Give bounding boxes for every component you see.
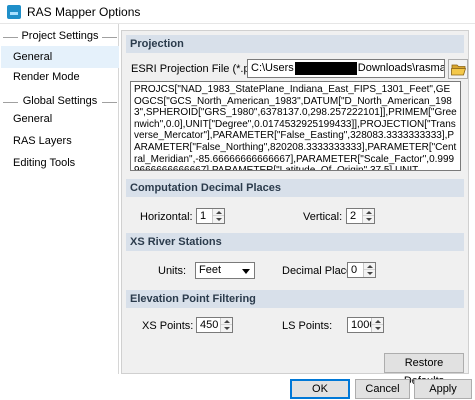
restore-defaults-button[interactable]: Restore Defaults — [384, 353, 464, 387]
spin-down-icon[interactable] — [363, 216, 374, 223]
spin-down-icon[interactable] — [221, 325, 232, 332]
title-bar: RAS Mapper Options — [0, 0, 475, 24]
spin-up-icon[interactable] — [213, 209, 224, 216]
station-decimals-value: 0 — [351, 264, 358, 276]
browse-folder-button[interactable] — [448, 59, 468, 79]
redacted-username — [294, 61, 357, 75]
xs-points-spinner[interactable]: 450 — [196, 317, 233, 333]
ls-points-spinner[interactable]: 1000 — [347, 317, 384, 333]
units-select[interactable]: Feet — [195, 262, 255, 279]
spin-up-icon[interactable] — [363, 209, 374, 216]
ls-points-label: LS Points: — [282, 320, 333, 332]
sidebar-item-render-mode[interactable]: Render Mode — [1, 66, 119, 88]
units-value: Feet — [199, 264, 222, 276]
sidebar-item-global-general[interactable]: General — [1, 108, 119, 130]
file-path-prefix: C:\Users — [251, 62, 294, 74]
spin-down-icon[interactable] — [372, 325, 383, 332]
horizontal-decimals-spinner[interactable]: 1 — [196, 208, 225, 224]
units-label: Units: — [158, 265, 187, 277]
sidebar-item-editing-tools[interactable]: Editing Tools — [1, 152, 119, 174]
spin-up-icon[interactable] — [221, 318, 232, 325]
projection-file-label: ESRI Projection File (*.prj): — [131, 63, 263, 75]
apply-button[interactable]: Apply — [414, 379, 472, 399]
open-folder-icon — [451, 64, 467, 76]
vertical-value: 2 — [350, 210, 357, 222]
xs-river-section-header: XS River Stations — [126, 233, 464, 251]
ok-button[interactable]: OK — [290, 379, 350, 399]
spin-up-icon[interactable] — [364, 263, 375, 270]
spin-down-icon[interactable] — [213, 216, 224, 223]
projection-file-input[interactable]: C:\Users Downloads\rasmapper\Clipl — [247, 59, 445, 78]
project-settings-header: Project Settings — [1, 30, 119, 44]
horizontal-label: Horizontal: — [140, 211, 193, 223]
chevron-down-icon — [242, 269, 250, 274]
vertical-label: Vertical: — [303, 211, 343, 223]
elevation-section-header: Elevation Point Filtering — [126, 290, 464, 308]
sidebar-item-ras-layers[interactable]: RAS Layers — [1, 130, 119, 152]
xs-points-label: XS Points: — [142, 320, 194, 332]
settings-panel: Projection ESRI Projection File (*.prj):… — [121, 30, 469, 387]
options-sidebar: Project Settings General Render Mode Glo… — [1, 24, 119, 374]
ras-mapper-app-icon — [7, 5, 21, 19]
projection-wkt-textarea[interactable]: PROJCS["NAD_1983_StatePlane_Indiana_East… — [130, 81, 461, 171]
computation-section-header: Computation Decimal Places — [126, 179, 464, 197]
window-title: RAS Mapper Options — [27, 5, 141, 19]
spin-up-icon[interactable] — [372, 318, 383, 325]
vertical-decimals-spinner[interactable]: 2 — [346, 208, 375, 224]
file-path-suffix: Downloads\rasmapper\Clipl — [357, 62, 445, 74]
horizontal-value: 1 — [200, 210, 207, 222]
station-decimals-spinner[interactable]: 0 — [347, 262, 376, 278]
sidebar-item-project-general[interactable]: General — [1, 46, 119, 68]
spin-down-icon[interactable] — [364, 270, 375, 277]
xs-points-value: 450 — [200, 319, 219, 331]
global-settings-header: Global Settings — [1, 95, 119, 109]
projection-section-header: Projection — [126, 35, 464, 53]
cancel-button[interactable]: Cancel — [355, 379, 410, 399]
